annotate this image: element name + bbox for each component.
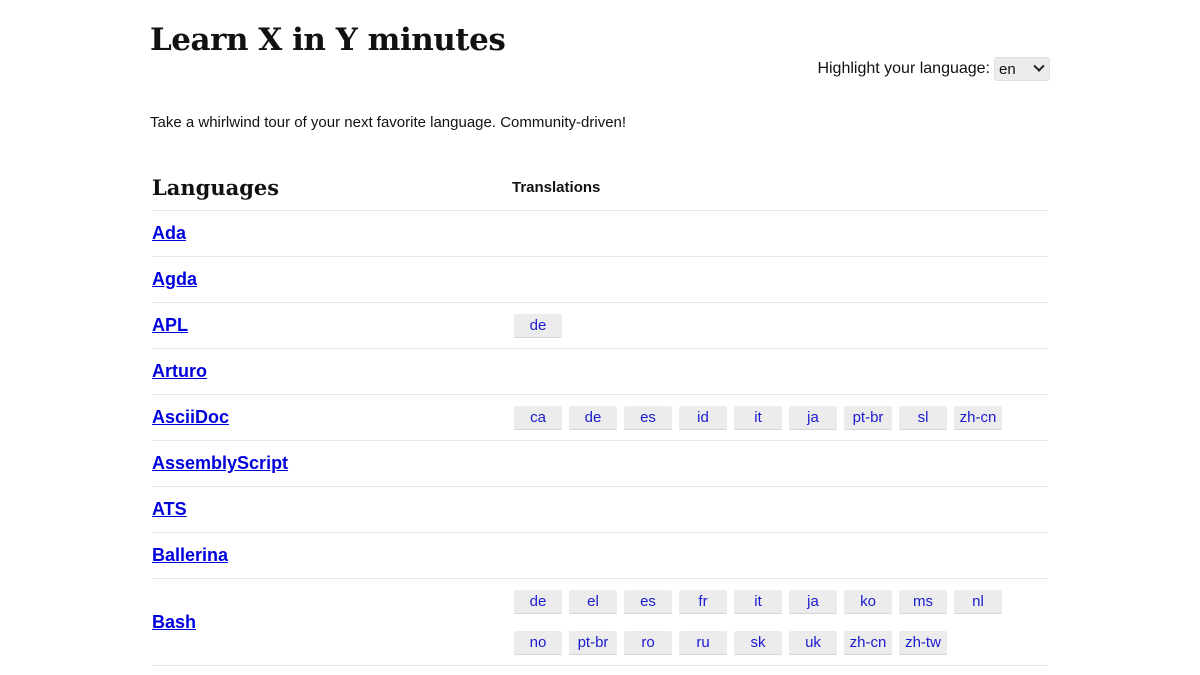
highlight-language-control: Highlight your language: en [817, 57, 1050, 81]
language-cell: ATS [152, 499, 508, 520]
table-row: AsciiDoc ca de es id it ja pt-br sl zh-cn [152, 395, 1048, 441]
table-row: Ballerina [152, 533, 1048, 579]
language-select-value: en [999, 60, 1016, 78]
translation-chip[interactable]: nl [954, 589, 1002, 614]
table-header: Languages Translations [152, 165, 1048, 211]
translation-chip[interactable]: zh-cn [844, 630, 892, 655]
table-body: Ada Agda APL de Arturo AsciiDoc ca de es id it ja pt… [152, 211, 1048, 666]
language-link[interactable]: Agda [152, 269, 197, 289]
translation-chip[interactable]: de [569, 405, 617, 430]
languages-heading: Languages [152, 175, 280, 200]
translation-chip[interactable]: id [679, 405, 727, 430]
table-row: Arturo [152, 349, 1048, 395]
site-title[interactable]: Learn X in Y minutes [150, 22, 506, 58]
translations-cell: de [512, 313, 1048, 338]
language-link[interactable]: AssemblyScript [152, 453, 288, 473]
translation-chip[interactable]: pt-br [844, 405, 892, 430]
translation-chips: ca de es id it ja pt-br sl zh-cn [512, 405, 1048, 430]
language-link[interactable]: Arturo [152, 361, 207, 381]
language-cell: Arturo [152, 361, 508, 382]
translations-cell: de el es fr it ja ko ms nl no pt-br ro ru sk uk zh-cn zh… [512, 589, 1048, 655]
translation-chip[interactable]: it [734, 589, 782, 614]
table-row: APL de [152, 303, 1048, 349]
translation-chip[interactable]: de [514, 313, 562, 338]
translation-chip[interactable]: de [514, 589, 562, 614]
language-cell: AsciiDoc [152, 407, 508, 428]
language-select[interactable]: en [994, 57, 1050, 81]
table-row: Bash de el es fr it ja ko ms nl no pt-br ro ru sk uk zh-… [152, 579, 1048, 666]
translation-chip[interactable]: pt-br [569, 630, 617, 655]
table-row: AssemblyScript [152, 441, 1048, 487]
languages-table: Languages Translations Ada Agda APL de Artur… [152, 165, 1048, 666]
translation-chip[interactable]: el [569, 589, 617, 614]
translation-chip[interactable]: ja [789, 589, 837, 614]
highlight-language-label: Highlight your language: [817, 60, 990, 77]
language-link[interactable]: APL [152, 315, 188, 335]
table-row: Agda [152, 257, 1048, 303]
translations-cell: ca de es id it ja pt-br sl zh-cn [512, 405, 1048, 430]
translation-chips: de [512, 313, 1048, 338]
translation-chips: de el es fr it ja ko ms nl no pt-br ro ru sk uk zh-cn zh… [512, 589, 1048, 655]
language-link[interactable]: Ballerina [152, 545, 228, 565]
language-cell: APL [152, 315, 508, 336]
language-cell: Agda [152, 269, 508, 290]
translation-chip[interactable]: it [734, 405, 782, 430]
translation-chip[interactable]: fr [679, 589, 727, 614]
tagline: Take a whirlwind tour of your next favor… [150, 114, 627, 131]
language-link[interactable]: Ada [152, 223, 186, 243]
translation-chip[interactable]: uk [789, 630, 837, 655]
language-cell: Ada [152, 223, 508, 244]
translation-chip[interactable]: es [624, 589, 672, 614]
language-cell: Ballerina [152, 545, 508, 566]
translation-chip[interactable]: zh-cn [954, 405, 1002, 430]
translations-heading: Translations [512, 179, 601, 196]
language-cell: AssemblyScript [152, 453, 508, 474]
translation-chip[interactable]: ca [514, 405, 562, 430]
translation-chip[interactable]: no [514, 630, 562, 655]
language-link[interactable]: Bash [152, 612, 196, 632]
translation-chip[interactable]: ro [624, 630, 672, 655]
language-link[interactable]: ATS [152, 499, 187, 519]
chevron-down-icon [1033, 60, 1045, 72]
translation-chip[interactable]: sk [734, 630, 782, 655]
language-link[interactable]: AsciiDoc [152, 407, 229, 427]
translation-chip[interactable]: es [624, 405, 672, 430]
translation-chip[interactable]: ko [844, 589, 892, 614]
table-row: ATS [152, 487, 1048, 533]
translation-chip[interactable]: sl [899, 405, 947, 430]
translation-chip[interactable]: ru [679, 630, 727, 655]
translation-chip[interactable]: zh-tw [899, 630, 947, 655]
translation-chip[interactable]: ja [789, 405, 837, 430]
translation-chip[interactable]: ms [899, 589, 947, 614]
language-cell: Bash [152, 612, 508, 633]
table-row: Ada [152, 211, 1048, 257]
